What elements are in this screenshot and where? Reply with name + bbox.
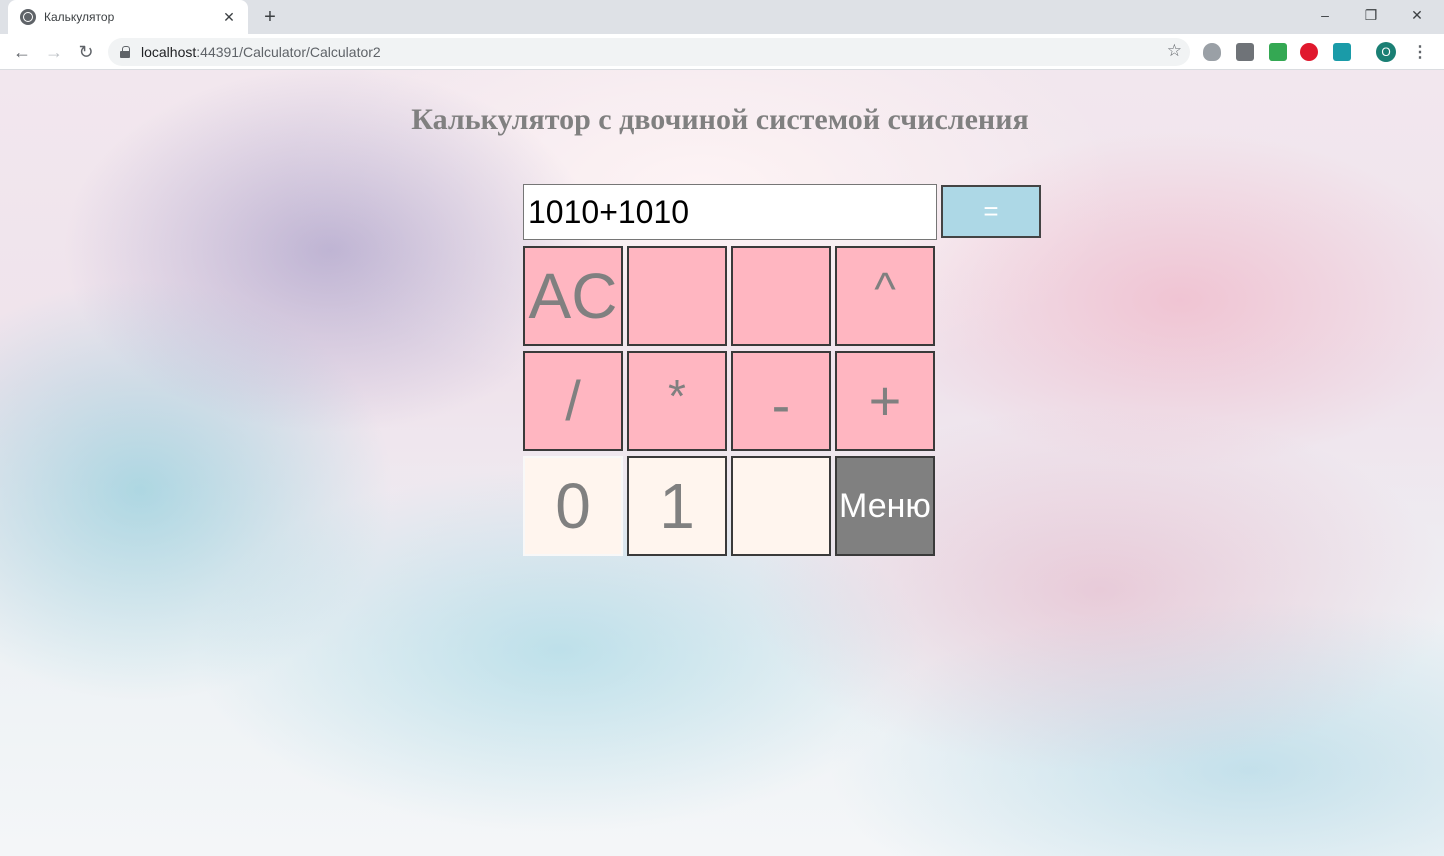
divide-button[interactable]: / [523, 351, 623, 451]
one-button[interactable]: 1 [627, 456, 727, 556]
url-path: :44391/Calculator/Calculator2 [196, 44, 381, 60]
briefcase-extension-icon[interactable] [1236, 43, 1254, 61]
ac-button[interactable]: AC [523, 246, 623, 346]
close-window-button[interactable]: ✕ [1394, 0, 1440, 30]
zero-label: 0 [555, 470, 591, 542]
ac-label: AC [528, 260, 618, 332]
menu-label: Меню [839, 487, 931, 525]
profile-avatar[interactable]: O [1376, 42, 1396, 62]
lock-icon [120, 46, 130, 58]
new-tab-button[interactable]: + [258, 5, 282, 29]
divide-label: / [565, 369, 581, 432]
forward-arrow-icon[interactable]: → [40, 38, 68, 66]
plus-button[interactable]: + [835, 351, 935, 451]
page-viewport: Калькулятор с двочиной системой счислени… [0, 70, 1444, 856]
shield-extension-icon[interactable] [1203, 43, 1221, 61]
url-host: localhost [141, 44, 197, 60]
opera-extension-icon[interactable] [1300, 43, 1318, 61]
blank-digit-button[interactable] [731, 456, 831, 556]
page-title: Калькулятор с двочиной системой счислени… [411, 103, 1029, 136]
minimize-button[interactable]: – [1302, 0, 1348, 30]
back-arrow-icon[interactable]: ← [8, 38, 36, 66]
ca-extension-icon[interactable] [1269, 43, 1287, 61]
one-label: 1 [659, 470, 695, 542]
plus-label: + [868, 369, 902, 432]
blank-operator-button-2[interactable] [731, 246, 831, 346]
tab-close-icon[interactable]: ✕ [220, 8, 238, 26]
equals-button[interactable]: = [941, 185, 1041, 238]
minus-button[interactable]: - [731, 351, 831, 451]
minus-label: - [771, 373, 791, 436]
reload-icon[interactable]: ↻ [72, 38, 100, 66]
globe-icon [20, 9, 36, 25]
menu-button[interactable]: Меню [835, 456, 935, 556]
bookmark-star-icon[interactable]: ☆ [1167, 41, 1182, 61]
calculator-display[interactable]: 1010+1010 [523, 184, 937, 240]
url-text: localhost:44391/Calculator/Calculator2 [141, 44, 381, 60]
multiply-label: * [668, 370, 686, 422]
tab-title: Калькулятор [44, 10, 115, 24]
power-label: ^ [874, 263, 896, 315]
browser-tabstrip: Калькулятор ✕ + – ❐ ✕ [0, 0, 1444, 34]
address-bar[interactable]: localhost:44391/Calculator/Calculator2 ☆ [108, 38, 1190, 66]
maximize-button[interactable]: ❐ [1348, 0, 1394, 30]
power-button[interactable]: ^ [835, 246, 935, 346]
blank-operator-button-1[interactable] [627, 246, 727, 346]
teal-extension-icon[interactable] [1333, 43, 1351, 61]
browser-tab[interactable]: Калькулятор ✕ [8, 0, 248, 34]
browser-toolbar: ← → ↻ localhost:44391/Calculator/Calcula… [0, 34, 1444, 70]
zero-button[interactable]: 0 [523, 456, 623, 556]
menu-dots-icon[interactable]: ⋮ [1410, 40, 1430, 64]
multiply-button[interactable]: * [627, 351, 727, 451]
